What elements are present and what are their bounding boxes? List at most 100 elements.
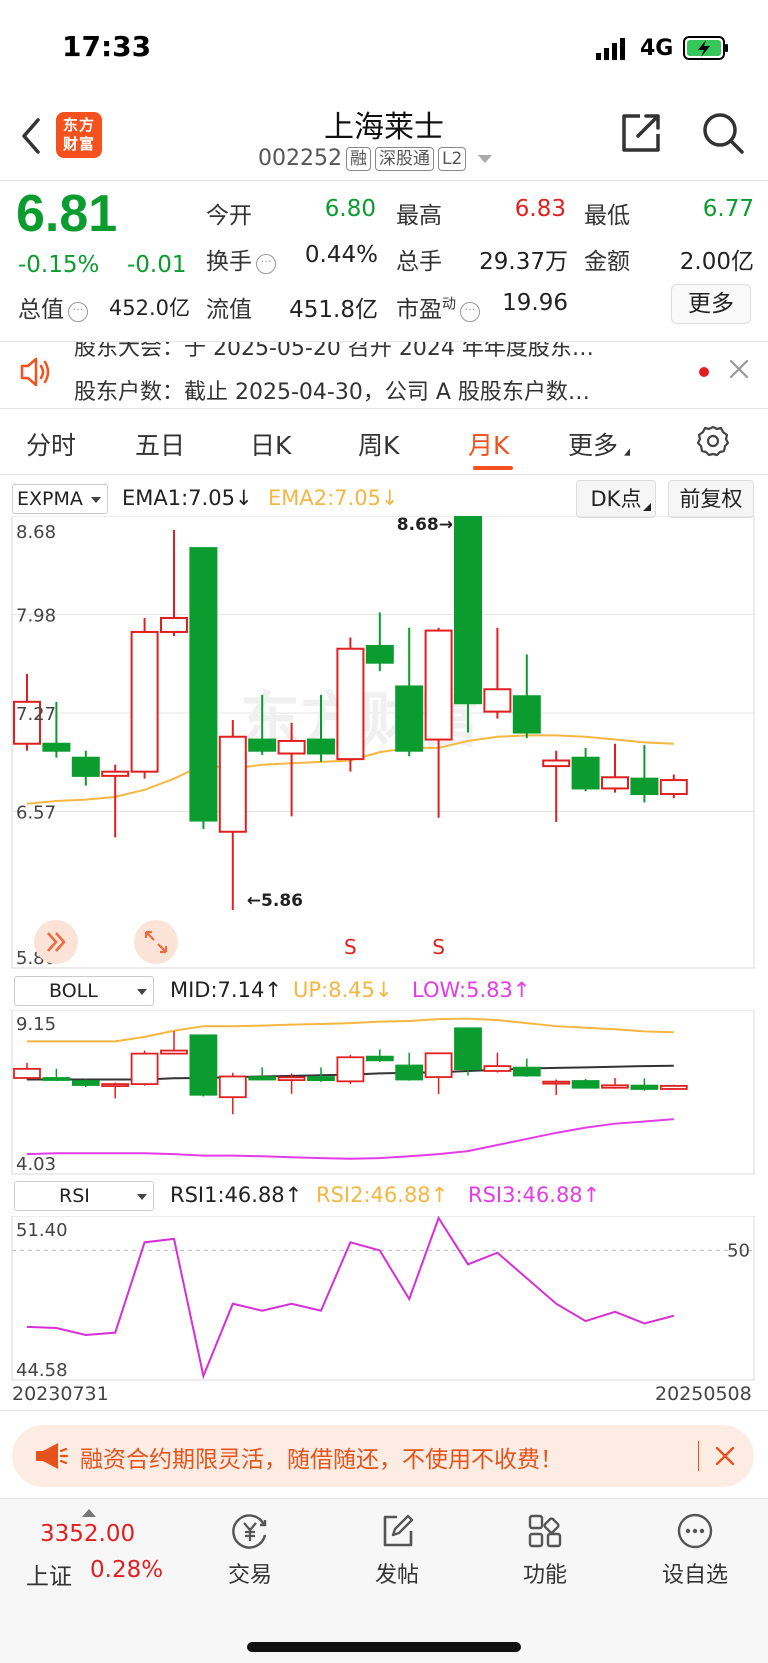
boll-indicator-select[interactable]: BOLL (14, 976, 154, 1006)
boll-up-readout: UP:8.45↓ (293, 978, 393, 1002)
y-axis-label: 7.27 (16, 704, 56, 725)
low-label: 最低 (584, 203, 630, 229)
candle-body (601, 1084, 629, 1089)
index-name: 上证 (26, 1564, 72, 1590)
chevron-down-icon[interactable] (478, 154, 493, 163)
news-item[interactable]: 股东户数：截止 2025-04-30，公司 A 股股东户数… (74, 374, 590, 406)
kline-chart[interactable]: 东方财富 8.687.987.276.575.868.68→←5.86SS (0, 516, 768, 972)
close-icon[interactable] (714, 1445, 736, 1467)
news-ticker[interactable]: 股东大会：于 2025-05-20 召开 2024 年年度股东… 股东户数：截止… (0, 342, 768, 408)
divider (0, 1410, 768, 1411)
rsi-indicator-select[interactable]: RSI (14, 1181, 154, 1211)
sell-signal-marker: S (432, 935, 445, 959)
status-time: 17:33 (62, 30, 152, 63)
rsi2-readout: RSI2:46.88↑ (316, 1183, 449, 1207)
tab-weekly-k[interactable]: 周K (358, 426, 399, 462)
candle-body (571, 756, 600, 790)
battery-icon (683, 36, 728, 60)
dk-point-button[interactable]: DK点 (576, 480, 656, 518)
candle-body (42, 742, 71, 752)
candle-body (424, 629, 453, 741)
tab-five-day[interactable]: 五日 (135, 426, 185, 462)
edit-icon (383, 1514, 414, 1547)
boll-chart[interactable]: 9.15 4.03 (0, 1010, 768, 1176)
boll-low-readout: LOW:5.83↑ (412, 978, 531, 1002)
float-cap-label: 流值 (206, 297, 252, 323)
tab-more-label: 更多 (568, 431, 619, 460)
reference-label: 50 (727, 1240, 750, 1261)
low-marker: ←5.86 (247, 891, 303, 911)
low-value: 6.77 (702, 196, 754, 222)
nav-bar: 东方财富 上海莱士 002252 融 深股通 L2 (0, 100, 768, 180)
tab-monthly-k[interactable]: 月K (468, 426, 509, 462)
tab-more[interactable]: 更多 (568, 426, 632, 462)
total-cap-value: 452.0亿 (108, 296, 190, 320)
change-percent: -0.15% (18, 252, 100, 278)
period-tabs: 分时 五日 日K 周K 月K 更多 (0, 410, 768, 474)
functions-button[interactable]: 功能 (500, 1511, 590, 1589)
candle-body (336, 647, 365, 761)
tab-intraday[interactable]: 分时 (26, 426, 76, 462)
news-item[interactable]: 股东大会：于 2025-05-20 召开 2024 年年度股东… (74, 342, 594, 362)
dropdown-icon (91, 497, 101, 503)
stock-meta[interactable]: 002252 融 深股通 L2 (258, 146, 493, 171)
info-icon[interactable]: ··· (256, 254, 276, 274)
change-amount: -0.01 (127, 252, 187, 278)
info-icon[interactable]: ··· (68, 302, 88, 322)
amount-value: 2.00亿 (679, 249, 754, 275)
dropdown-icon (137, 1194, 147, 1200)
ema1-readout: EMA1:7.05↓ (122, 486, 253, 510)
tab-daily-k[interactable]: 日K (250, 426, 291, 462)
candle-body (542, 1080, 571, 1085)
megaphone-icon (36, 1443, 68, 1469)
candle-body (424, 1052, 453, 1078)
rsi-indicator-label: RSI (59, 1185, 90, 1207)
dropdown-icon (137, 989, 147, 995)
stock-code: 002252 (258, 146, 342, 171)
candle-body (248, 738, 277, 752)
index-value: 3352.00 (40, 1521, 136, 1547)
adjust-button[interactable]: 前复权 (668, 480, 754, 518)
candle-body (483, 688, 512, 713)
expand-left-button[interactable] (34, 920, 78, 964)
candle-body (248, 1076, 277, 1081)
candle-body (160, 1049, 188, 1055)
promo-banner[interactable]: 融资合约期限灵活，随借随还，不使用不收费！ (12, 1425, 754, 1487)
trade-button[interactable]: 交易 (205, 1511, 295, 1589)
rsi-chart[interactable]: 51.40 44.58 50 (0, 1216, 768, 1382)
candle-body (42, 1077, 71, 1081)
speaker-icon (20, 357, 50, 387)
boll-lower-line (26, 1118, 674, 1160)
candle-body (454, 1027, 482, 1071)
caret-up-icon (82, 1509, 96, 1517)
candle-body (13, 1067, 41, 1079)
info-icon[interactable]: ··· (460, 302, 480, 322)
more-quote-button[interactable]: 更多 (671, 284, 751, 324)
y-axis-label: 8.68 (16, 522, 56, 543)
gear-icon[interactable] (696, 424, 730, 458)
y-axis-label: 6.57 (16, 803, 56, 824)
candle-body (218, 1075, 247, 1099)
search-icon[interactable] (700, 110, 746, 156)
post-button[interactable]: 发帖 (352, 1511, 442, 1589)
index-percent: 0.28% (90, 1557, 164, 1583)
boll-upper-line (27, 1017, 674, 1043)
main-indicator-select[interactable]: EXPMA (12, 484, 108, 514)
share-icon[interactable] (618, 110, 664, 156)
corner-caret-icon (643, 503, 651, 511)
pe-label-text: 市盈 (396, 297, 442, 323)
y-axis-label: 44.58 (16, 1360, 68, 1381)
candle-body (365, 1055, 394, 1062)
high-value: 6.83 (514, 196, 566, 222)
close-icon[interactable] (728, 358, 750, 380)
candle-body (630, 777, 659, 796)
total-cap-label-text: 总值 (18, 297, 64, 323)
candle-body (365, 644, 394, 664)
add-watchlist-button[interactable]: 设自选 (650, 1511, 740, 1589)
divider (0, 408, 768, 409)
candle-body (336, 1056, 365, 1083)
high-label: 最高 (396, 203, 442, 229)
fullscreen-button[interactable] (134, 920, 178, 964)
candle-body (307, 738, 335, 755)
candle-body (630, 1084, 659, 1090)
